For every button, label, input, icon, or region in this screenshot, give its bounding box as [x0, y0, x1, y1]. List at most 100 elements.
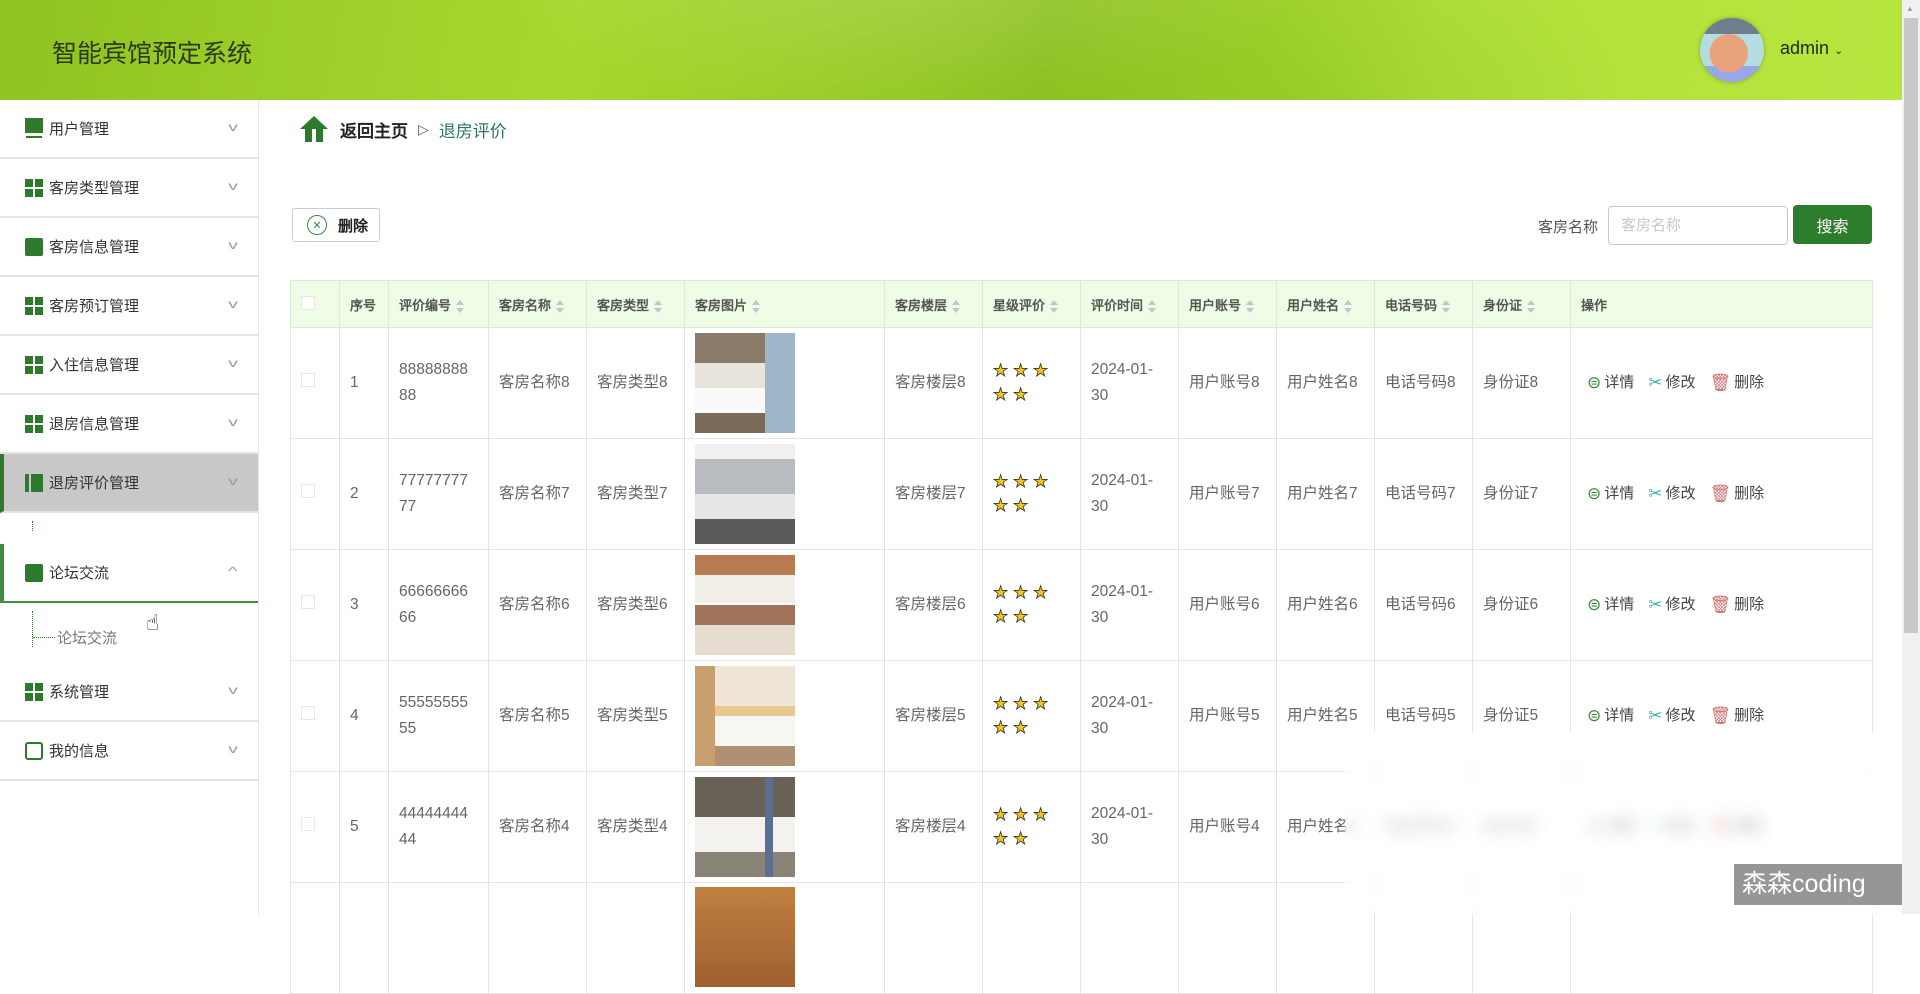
- delete-button[interactable]: 🗑删除: [1710, 481, 1765, 507]
- chevron-up-icon: ^: [228, 564, 238, 578]
- trash-icon: 🗑: [1709, 373, 1732, 392]
- sidebar-item-label: 论坛交流: [49, 565, 110, 582]
- sort-icon[interactable]: [752, 299, 761, 313]
- room-image-cell: [684, 438, 885, 550]
- detail-icon: ⊜: [1587, 373, 1602, 392]
- scroll-up-icon[interactable]: ▲: [1906, 4, 1914, 13]
- column-header[interactable]: 用户姓名: [1276, 280, 1375, 328]
- book-icon: [25, 473, 43, 492]
- delete-button[interactable]: 🗑删除: [1710, 703, 1765, 729]
- column-header[interactable]: 客房类型: [586, 280, 685, 328]
- sort-icon[interactable]: [1527, 299, 1536, 313]
- sidebar-item[interactable]: 客房预订管理 v: [0, 277, 258, 336]
- sidebar-item[interactable]: 退房信息管理 v: [0, 395, 258, 454]
- index-cell: 2: [339, 438, 389, 550]
- room-image[interactable]: [695, 777, 795, 877]
- column-header[interactable]: 用户账号: [1178, 280, 1277, 328]
- delete-button[interactable]: 🗑删除: [1710, 592, 1765, 618]
- column-header[interactable]: 客房图片: [684, 280, 885, 328]
- room-image[interactable]: [695, 333, 795, 433]
- star-icon: ★: [1012, 361, 1029, 381]
- star-icon: ★: [993, 607, 1009, 627]
- star-icon: ★: [1012, 607, 1029, 627]
- close-circle-icon: ✕: [307, 215, 327, 235]
- star-icon: ★: [993, 361, 1009, 381]
- star-rating-cell: ★ ★ ★ ★ ★: [982, 660, 1081, 772]
- column-header[interactable]: 身份证: [1472, 280, 1571, 328]
- sidebar-item[interactable]: 我的信息 v: [0, 722, 258, 781]
- detail-icon: ⊜: [1587, 484, 1602, 503]
- hand-cursor-icon: ☝: [146, 610, 160, 635]
- edit-button[interactable]: ✂修改: [1648, 481, 1695, 507]
- column-header[interactable]: 客房楼层: [884, 280, 983, 328]
- room-type-cell: 客房类型7: [586, 438, 685, 550]
- row-checkbox[interactable]: [301, 373, 315, 387]
- user-menu[interactable]: admin ⌄: [1780, 38, 1843, 59]
- sidebar-item[interactable]: 退房评价管理 v: [0, 454, 258, 513]
- sidebar-item[interactable]: 用户管理 v: [0, 100, 258, 159]
- star-rating: ★ ★ ★ ★ ★: [993, 692, 1059, 740]
- sidebar-item[interactable]: 客房类型管理 v: [0, 159, 258, 218]
- sort-icon[interactable]: [1344, 299, 1353, 313]
- row-checkbox[interactable]: [301, 706, 315, 720]
- star-icon: ★: [1012, 829, 1029, 849]
- search-label: 客房名称: [1538, 219, 1599, 236]
- row-checkbox[interactable]: [301, 484, 315, 498]
- column-header[interactable]: 客房名称: [488, 280, 587, 328]
- room-name-search-input[interactable]: [1608, 206, 1788, 245]
- sort-icon[interactable]: [556, 299, 565, 313]
- room-floor-cell: 客房楼层4: [884, 771, 983, 883]
- sidebar-item[interactable]: 入住信息管理 v: [0, 336, 258, 395]
- column-header-label: 星级评价: [993, 297, 1046, 313]
- breadcrumb-home-link[interactable]: 返回主页: [340, 117, 408, 142]
- delete-button[interactable]: 🗑删除: [1710, 370, 1765, 396]
- room-image-cell: [684, 771, 885, 883]
- user-account-cell: 用户账号4: [1178, 771, 1277, 883]
- sidebar-item[interactable]: 论坛交流 ^: [0, 544, 258, 603]
- sidebar-item[interactable]: 系统管理 v: [0, 663, 258, 722]
- user-avatar[interactable]: [1700, 18, 1764, 82]
- review-time-cell: 2024-01-30: [1080, 549, 1179, 661]
- chevron-down-icon: v: [228, 238, 238, 252]
- actions-cell: ⊜详情 ✂修改 🗑删除: [1570, 438, 1873, 550]
- room-image[interactable]: [695, 666, 795, 766]
- row-checkbox[interactable]: [301, 817, 315, 831]
- page-scrollbar[interactable]: ▲: [1902, 0, 1920, 914]
- sort-icon[interactable]: [1442, 299, 1451, 313]
- sort-icon[interactable]: [456, 299, 465, 313]
- home-icon[interactable]: [300, 116, 328, 142]
- detail-button[interactable]: ⊜详情: [1587, 703, 1634, 729]
- detail-button[interactable]: ⊜详情: [1587, 481, 1634, 507]
- sort-icon[interactable]: [1050, 299, 1059, 313]
- row-checkbox[interactable]: [301, 595, 315, 609]
- column-header[interactable]: 电话号码: [1374, 280, 1473, 328]
- edit-button[interactable]: ✂修改: [1648, 370, 1695, 396]
- detail-button[interactable]: ⊜详情: [1587, 592, 1634, 618]
- sort-icon[interactable]: [654, 299, 663, 313]
- sort-icon[interactable]: [1246, 299, 1255, 313]
- room-image[interactable]: [695, 555, 795, 655]
- room-image[interactable]: [695, 887, 795, 987]
- sidebar-item-label: 入住信息管理: [49, 357, 140, 374]
- batch-delete-button[interactable]: ✕ 删除: [292, 208, 380, 242]
- select-all-checkbox[interactable]: [301, 295, 315, 310]
- submenu-item-forum[interactable]: 论坛交流: [0, 603, 258, 663]
- column-header[interactable]: 星级评价: [982, 280, 1081, 328]
- breadcrumb: 返回主页 ▷ 退房评价: [300, 116, 507, 142]
- detail-button[interactable]: ⊜详情: [1587, 370, 1634, 396]
- star-rating-cell: ★ ★ ★ ★ ★: [982, 771, 1081, 883]
- column-header[interactable]: 评价时间: [1080, 280, 1179, 328]
- tools-icon: ✂: [1648, 484, 1663, 503]
- edit-button[interactable]: ✂修改: [1648, 703, 1695, 729]
- star-icon: ★: [1032, 694, 1049, 714]
- room-image[interactable]: [695, 444, 795, 544]
- user-name-cell: 用户姓名7: [1276, 438, 1375, 550]
- sort-icon[interactable]: [952, 299, 961, 313]
- edit-button[interactable]: ✂修改: [1648, 592, 1695, 618]
- scrollbar-thumb[interactable]: [1904, 18, 1918, 633]
- column-header[interactable]: 评价编号: [388, 280, 489, 328]
- sort-icon[interactable]: [1148, 299, 1157, 313]
- sidebar-item[interactable]: 客房信息管理 v: [0, 218, 258, 277]
- table-row: 3 6666666666 客房名称6 客房类型6 客房楼层6 ★ ★ ★ ★ ★…: [290, 549, 1873, 661]
- search-button[interactable]: 搜索: [1793, 205, 1872, 244]
